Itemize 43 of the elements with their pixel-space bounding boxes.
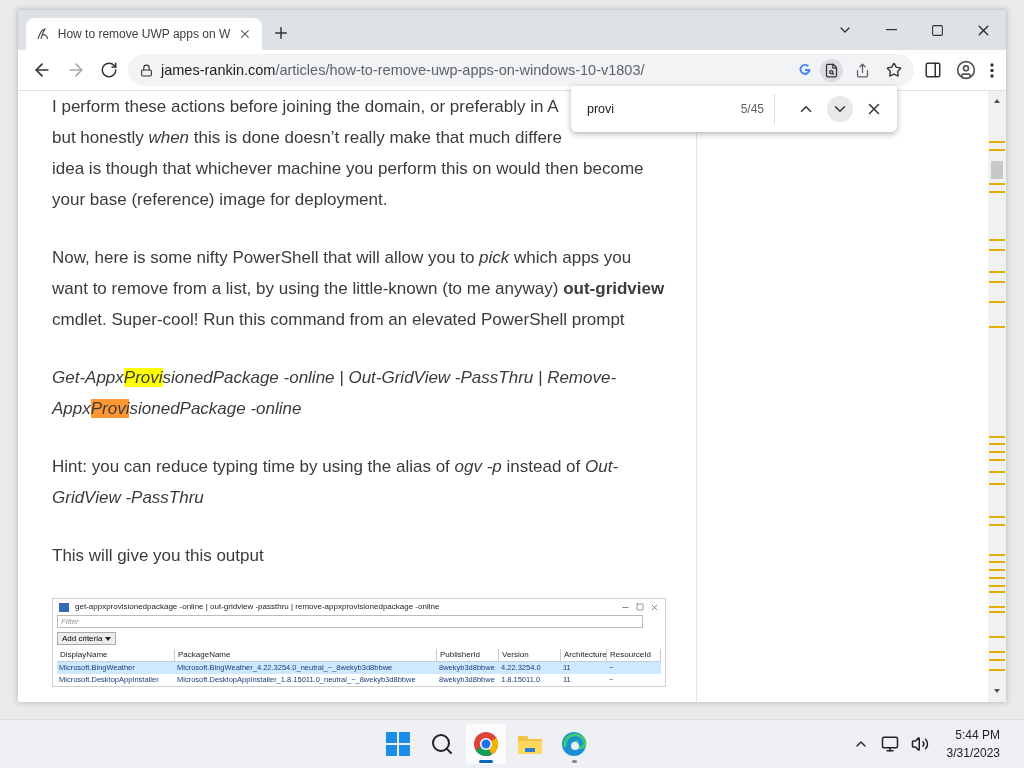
restore-icon: [636, 603, 644, 611]
google-g-icon[interactable]: [798, 63, 812, 77]
find-in-page-icon: [824, 62, 839, 78]
match-count: 5/45: [740, 94, 775, 124]
clock[interactable]: 5:44 PM 3/31/2023: [940, 725, 1006, 763]
minimize-icon: [885, 29, 897, 31]
article-paragraph: This will give you this output: [52, 545, 265, 567]
powershell-icon: [59, 602, 69, 612]
article-text-line: I perform these actions before joining the domain, or preferably in A: [52, 96, 559, 118]
maximize-icon: [930, 23, 944, 37]
menu-icon: [990, 62, 994, 78]
side-panel-icon: [924, 61, 942, 79]
address-bar[interactable]: james-rankin.com/articles/how-to-remove-uwp-apps-on-windows-10-v1803/: [128, 54, 914, 86]
gridview-title: get-appxprovisionedpackage -online | out-gridview -passthru | remove-appxprovisionedpackage -online: [75, 601, 441, 613]
network-icon[interactable]: [880, 735, 899, 753]
add-criteria-button[interactable]: Add criteria: [57, 632, 116, 645]
reload-icon: [100, 61, 118, 79]
url-text: james-rankin.com/articles/how-to-remove-uwp-apps-on-windows-10-v1803/: [161, 62, 646, 78]
article-paragraph: Now, here is some nifty PowerShell that will allow you to pick which apps you want to remove from a list, by using the little-known (to me anyway) out-gridview cmdlet. Super-cool! Run this command from an elevated PowerShell prompt: [52, 247, 666, 331]
article-paragraph: Hint: you can reduce typing time by using the alias of ogv -p instead of Out-GridView -PassThru: [52, 456, 620, 509]
share-icon: [855, 62, 870, 78]
speaker-icon[interactable]: [910, 735, 929, 753]
wave-logo-icon: [561, 731, 588, 757]
plus-icon: [272, 24, 290, 42]
user-icon: [956, 60, 976, 80]
article-text-line: your base (reference) image for deployment.: [52, 189, 388, 211]
article-text-line: but honestly when this is done doesn’t really make that much differe: [52, 127, 562, 149]
caret-icon: [104, 637, 111, 641]
close-icon[interactable]: [238, 27, 252, 41]
find-button[interactable]: [820, 58, 843, 82]
tab-title: How to remove UWP apps on W: [57, 27, 231, 41]
article-text-line: idea is though that whichever machine you perform this on would then become: [52, 158, 644, 180]
close-icon: [650, 602, 659, 612]
browser-tab[interactable]: How to remove UWP apps on W: [26, 18, 262, 50]
signature-favicon-icon: [36, 27, 50, 41]
star-icon: [886, 62, 902, 78]
lock-icon: [140, 63, 153, 77]
windows-logo-icon: [386, 732, 411, 756]
filter-field: Filter: [57, 615, 643, 628]
next-match-button[interactable]: [827, 96, 853, 122]
browser-logo-icon: [473, 731, 500, 757]
search-icon: [430, 732, 455, 756]
folder-icon: [517, 733, 544, 755]
